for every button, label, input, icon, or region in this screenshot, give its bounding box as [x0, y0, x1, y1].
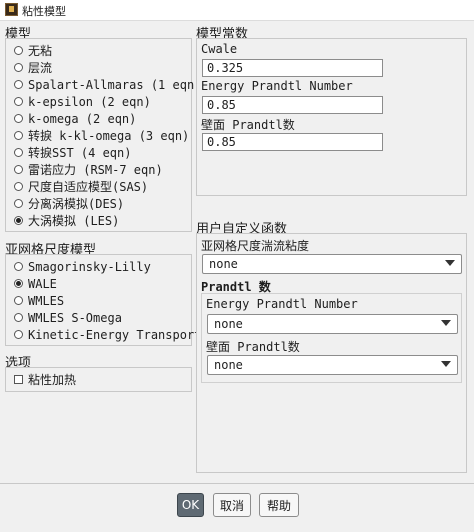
ok-button[interactable]: OK — [177, 493, 204, 517]
model-option-des[interactable]: 分离涡模拟(DES) — [14, 195, 124, 212]
window-title: 粘性模型 — [22, 5, 66, 18]
subgrid-option-wale[interactable]: WALE — [14, 275, 57, 292]
subgrid-viscosity-select[interactable]: none — [202, 254, 462, 274]
radio-icon — [14, 97, 23, 106]
model-option-k-kl-omega[interactable]: 转捩 k-kl-omega (3 eqn) — [14, 127, 189, 144]
energy-prandtl-input[interactable] — [202, 96, 383, 114]
chevron-down-icon — [445, 260, 455, 266]
subgrid-option-ket[interactable]: Kinetic-Energy Transport — [14, 326, 201, 343]
subgrid-option-smagorinsky[interactable]: Smagorinsky-Lilly — [14, 258, 151, 275]
model-option-les[interactable]: 大涡模拟 (LES) — [14, 212, 119, 229]
subgrid-option-wmles-s-omega[interactable]: WMLES S-Omega — [14, 309, 122, 326]
radio-icon — [14, 262, 23, 271]
radio-icon — [14, 182, 23, 191]
radio-icon — [14, 131, 23, 140]
chevron-down-icon — [441, 320, 451, 326]
energy-prandtl-label: Energy Prandtl Number — [201, 79, 353, 93]
radio-icon — [14, 63, 23, 72]
model-option-k-omega[interactable]: k-omega (2 eqn) — [14, 110, 136, 127]
button-divider — [0, 483, 474, 484]
app-icon — [5, 3, 18, 16]
udf-energy-prandtl-select[interactable]: none — [207, 314, 458, 334]
radio-icon — [14, 114, 23, 123]
udf-energy-prandtl-label: Energy Prandtl Number — [206, 297, 358, 311]
model-option-laminar[interactable]: 层流 — [14, 59, 52, 76]
radio-selected-icon — [14, 279, 23, 288]
wall-prandtl-input[interactable] — [202, 133, 383, 151]
prandtl-subgroup: Energy Prandtl Number none 壁面 Prandtl数 n… — [201, 293, 462, 383]
subgrid-viscosity-label: 亚网格尺度湍流粘度 — [201, 239, 310, 253]
help-button[interactable]: 帮助 — [259, 493, 299, 517]
radio-icon — [14, 199, 23, 208]
model-option-k-epsilon[interactable]: k-epsilon (2 eqn) — [14, 93, 151, 110]
cwale-label: Cwale — [201, 42, 238, 56]
radio-icon — [14, 313, 23, 322]
model-option-sas[interactable]: 尺度自适应模型(SAS) — [14, 178, 148, 195]
radio-selected-icon — [14, 216, 23, 225]
wall-prandtl-label: 壁面 Prandtl数 — [201, 118, 295, 132]
radio-icon — [14, 165, 23, 174]
model-group: 无粘 层流 Spalart-Allmaras (1 eqn) k-epsilon… — [5, 38, 201, 232]
subgrid-option-wmles[interactable]: WMLES — [14, 292, 64, 309]
viscous-heating-checkbox[interactable]: 粘性加热 — [14, 371, 76, 388]
cwale-input[interactable] — [202, 59, 383, 77]
udf-wall-prandtl-label: 壁面 Prandtl数 — [206, 340, 300, 354]
model-option-rsm[interactable]: 雷诺应力 (RSM-7 eqn) — [14, 161, 163, 178]
model-option-spalart-allmaras[interactable]: Spalart-Allmaras (1 eqn) — [14, 76, 201, 93]
radio-icon — [14, 80, 23, 89]
radio-icon — [14, 330, 23, 339]
model-option-transition-sst[interactable]: 转捩SST (4 eqn) — [14, 144, 131, 161]
radio-icon — [14, 296, 23, 305]
checkbox-icon — [14, 375, 23, 384]
udf-group: 亚网格尺度湍流粘度 none Prandtl 数 Energy Prandtl … — [196, 233, 467, 473]
subgrid-group: Smagorinsky-Lilly WALE WMLES WMLES S-Ome… — [5, 254, 201, 346]
radio-icon — [14, 46, 23, 55]
cancel-button[interactable]: 取消 — [213, 493, 251, 517]
radio-icon — [14, 148, 23, 157]
constants-group: Cwale Energy Prandtl Number 壁面 Prandtl数 — [196, 38, 467, 196]
options-group: 粘性加热 — [5, 367, 192, 392]
udf-wall-prandtl-select[interactable]: none — [207, 355, 458, 375]
chevron-down-icon — [441, 361, 451, 367]
model-option-inviscid[interactable]: 无粘 — [14, 42, 52, 59]
title-bar: 粘性模型 — [0, 0, 474, 21]
